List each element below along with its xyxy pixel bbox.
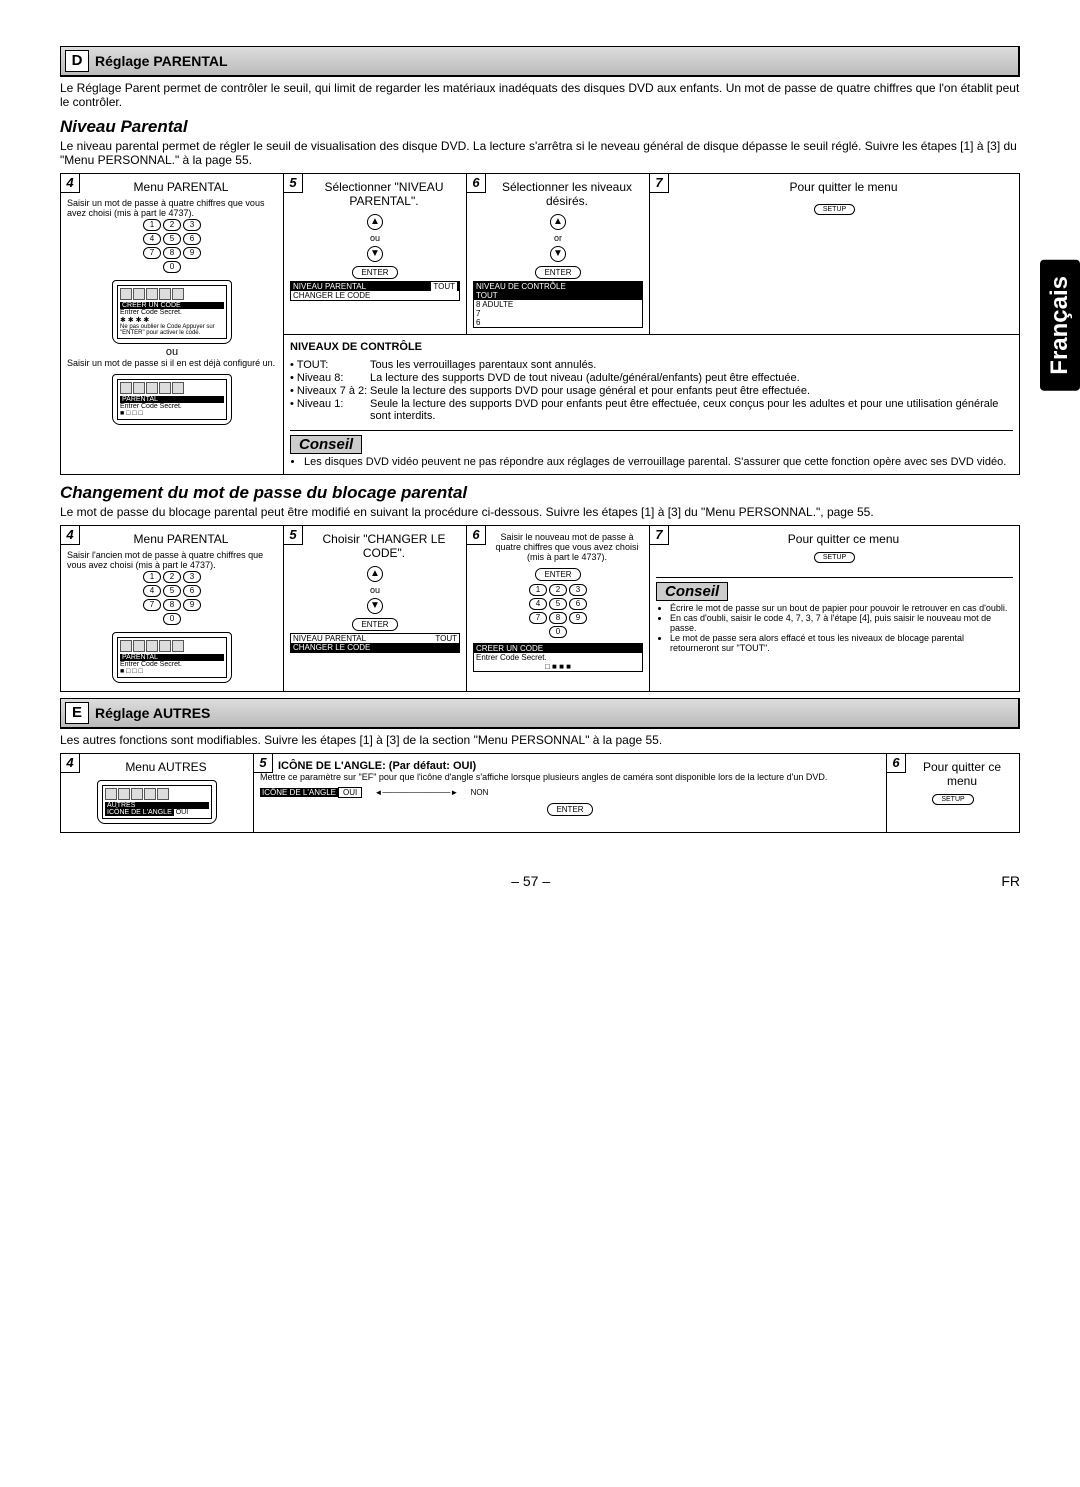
section-e-header: E Réglage AUTRES xyxy=(60,698,1020,729)
step6-title: Sélectionner les niveaux désirés. xyxy=(491,180,643,208)
level-list: NIVEAU DE CONTRÔLE TOUT 8 ADULTE 7 6 xyxy=(473,281,643,328)
change-steps: 4 Menu PARENTAL Saisir l'ancien mot de p… xyxy=(60,525,1020,692)
step-number: 6 xyxy=(466,525,486,545)
up-arrow-icon: ▲ xyxy=(367,214,383,230)
autres-steps: 4 Menu AUTRES AUTRES ICÔNE DE L'ANGLE OU… xyxy=(60,753,1020,833)
step-number: 6 xyxy=(886,753,906,773)
tv-mock: CREER UN CODE Entrer Code Secret. ✱ ✱ ✱ … xyxy=(112,280,232,344)
conseil-title: Conseil xyxy=(290,435,362,454)
page-lang: FR xyxy=(1001,873,1020,889)
estep4-title: Menu AUTRES xyxy=(85,760,247,774)
step5-title: Sélectionner "NIVEAU PARENTAL". xyxy=(308,180,460,208)
levels-title: NIVEAUX DE CONTRÔLE xyxy=(290,341,1013,353)
cstep5-title: Choisir "CHANGER LE CODE". xyxy=(308,532,460,560)
section-e-title: Réglage AUTRES xyxy=(95,705,210,721)
step-number: 4 xyxy=(60,525,80,545)
setup-button: SETUP xyxy=(814,204,855,215)
conseil-list: Les disques DVD vidéo peuvent ne pas rép… xyxy=(304,456,1013,468)
down-arrow-icon: ▼ xyxy=(367,246,383,262)
change-desc: Le mot de passe du blocage parental peut… xyxy=(60,505,1020,519)
section-d-desc: Le Réglage Parent permet de contrôler le… xyxy=(60,81,1020,109)
cstep4-desc: Saisir l'ancien mot de passe à quatre ch… xyxy=(67,550,277,570)
tv-mock-2: PARENTAL Entrer Code Secret. ■ □ □ □ xyxy=(112,374,232,425)
step7-title: Pour quitter le menu xyxy=(674,180,1013,194)
step4-desc: Saisir un mot de passe à quatre chiffres… xyxy=(67,198,277,218)
section-d-title: Réglage PARENTAL xyxy=(95,53,228,69)
niveau-steps: 4 Menu PARENTAL Saisir un mot de passe à… xyxy=(60,173,1020,475)
step4-ou: ou xyxy=(67,346,277,358)
estep6-title: Pour quitter ce menu xyxy=(911,760,1013,788)
step-number: 6 xyxy=(466,173,486,193)
step-number: 5 xyxy=(283,173,303,193)
step-number: 7 xyxy=(649,173,669,193)
section-d-header: D Réglage PARENTAL xyxy=(60,46,1020,77)
niveau-desc: Le niveau parental permet de régler le s… xyxy=(60,139,1020,167)
keypad: 123 456 789 0 xyxy=(67,218,277,274)
estep5-title: ICÔNE DE L'ANGLE: (Par défaut: OUI) xyxy=(278,760,880,772)
estep5-desc: Mettre ce paramètre sur "EF" pour que l'… xyxy=(260,772,880,782)
conseil2-title: Conseil xyxy=(656,582,728,601)
section-e-letter: E xyxy=(65,702,89,724)
step-number: 5 xyxy=(253,753,273,773)
step4-title: Menu PARENTAL xyxy=(85,180,277,194)
conseil2-list: Écrire le mot de passe sur un bout de pa… xyxy=(670,603,1013,653)
cstep7-title: Pour quitter ce menu xyxy=(674,532,1013,546)
setup-button: SETUP xyxy=(932,794,973,805)
enter-button: ENTER xyxy=(535,266,580,279)
up-arrow-icon: ▲ xyxy=(550,214,566,230)
page-number: – 57 – xyxy=(511,873,550,889)
down-arrow-icon: ▼ xyxy=(550,246,566,262)
niveau-title: Niveau Parental xyxy=(60,117,1020,137)
section-d-letter: D xyxy=(65,50,89,72)
cstep6-title: Saisir le nouveau mot de passe à quatre … xyxy=(491,532,643,562)
setup-button: SETUP xyxy=(814,552,855,563)
enter-button: ENTER xyxy=(352,266,397,279)
step-number: 5 xyxy=(283,525,303,545)
cstep4-title: Menu PARENTAL xyxy=(85,532,277,546)
step-number: 4 xyxy=(60,753,80,773)
step4-alt-desc: Saisir un mot de passe si il en est déjà… xyxy=(67,358,277,368)
section-e-desc: Les autres fonctions sont modifiables. S… xyxy=(60,733,1020,747)
step-number: 4 xyxy=(60,173,80,193)
menu-list: NIVEAU PARENTAL TOUT CHANGER LE CODE xyxy=(290,281,460,301)
levels-table: • TOUT:Tous les verrouillages parentaux … xyxy=(290,359,1013,422)
change-title: Changement du mot de passe du blocage pa… xyxy=(60,483,1020,503)
language-tab: Français xyxy=(1040,260,1080,391)
step-number: 7 xyxy=(649,525,669,545)
